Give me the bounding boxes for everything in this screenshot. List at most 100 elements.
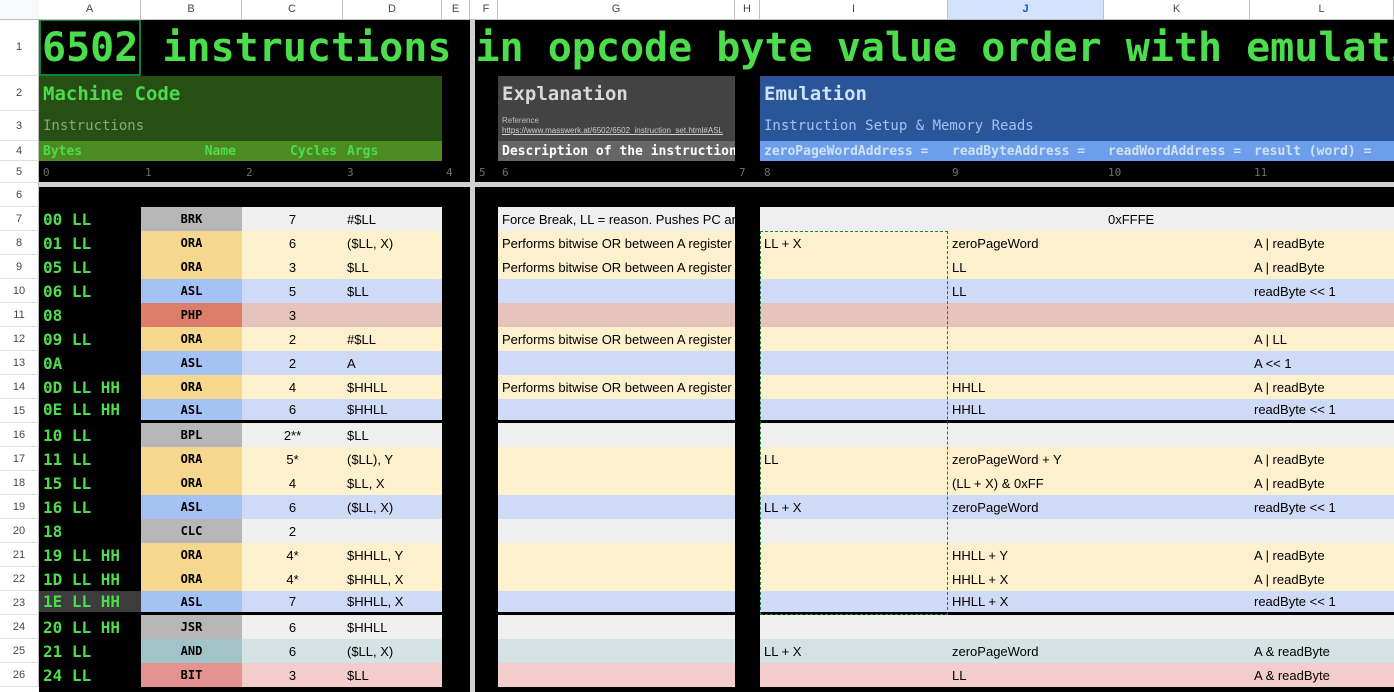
cell-read-byte-address[interactable] xyxy=(948,303,1104,327)
cell-args[interactable]: $HHLL, X xyxy=(343,567,442,591)
cell-read-word-address[interactable] xyxy=(1104,375,1250,399)
cell-read-byte-address[interactable]: zeroPageWord xyxy=(948,231,1104,255)
cell-cycles[interactable]: 7 xyxy=(242,591,343,615)
frozen-column-divider[interactable] xyxy=(470,0,475,692)
cell-cycles[interactable]: 5* xyxy=(242,447,343,471)
cell-description[interactable] xyxy=(498,351,735,375)
cell-read-word-address[interactable] xyxy=(1104,231,1250,255)
column-header-d[interactable]: D xyxy=(343,0,442,19)
cell-zeropage-word-address[interactable] xyxy=(760,663,948,687)
cell-name[interactable]: CLC xyxy=(141,519,242,543)
row-header-18[interactable]: 18 xyxy=(0,471,39,495)
cell-result-word[interactable] xyxy=(1250,519,1394,543)
row-header-12[interactable]: 12 xyxy=(0,327,39,351)
cell-read-byte-address[interactable]: LL xyxy=(948,663,1104,687)
cell-read-byte-address[interactable] xyxy=(948,327,1104,351)
row-header-5[interactable]: 5 xyxy=(0,161,39,183)
cell-bytes[interactable]: 19 LL HH xyxy=(39,543,141,567)
column-header-j[interactable]: J xyxy=(948,0,1104,19)
row-header-2[interactable]: 2 xyxy=(0,76,39,111)
row-header-20[interactable]: 20 xyxy=(0,519,39,543)
cell-description[interactable] xyxy=(498,567,735,591)
column-header-l[interactable]: L xyxy=(1250,0,1394,19)
cell-args[interactable]: $HHLL xyxy=(343,375,442,399)
row-header-1[interactable]: 1 xyxy=(0,19,39,76)
cell-zeropage-word-address[interactable] xyxy=(760,375,948,399)
cell-cycles[interactable]: 4* xyxy=(242,567,343,591)
cell-zeropage-word-address[interactable]: LL + X xyxy=(760,639,948,663)
cell-name[interactable]: ORA xyxy=(141,567,242,591)
cell-cycles[interactable]: 6 xyxy=(242,399,343,423)
cell-read-byte-address[interactable]: zeroPageWord xyxy=(948,639,1104,663)
cell-cycles[interactable]: 6 xyxy=(242,639,343,663)
cell-cycles[interactable]: 4* xyxy=(242,543,343,567)
cell-description[interactable] xyxy=(498,495,735,519)
cell-zeropage-word-address[interactable] xyxy=(760,255,948,279)
cell-description[interactable] xyxy=(498,279,735,303)
cell-description[interactable] xyxy=(498,471,735,495)
cell-bytes[interactable]: 1E LL HH xyxy=(39,591,141,615)
row-header-6[interactable]: 6 xyxy=(0,183,39,207)
cell-args[interactable]: $LL xyxy=(343,279,442,303)
cell-read-byte-address[interactable]: zeroPageWord xyxy=(948,495,1104,519)
cell-zeropage-word-address[interactable] xyxy=(760,327,948,351)
explanation-reference[interactable]: Reference https://www.masswerk.at/6502/65… xyxy=(498,111,735,141)
cell-result-word[interactable]: A | LL xyxy=(1250,327,1394,351)
cell-read-word-address[interactable] xyxy=(1104,399,1250,423)
cell-description[interactable] xyxy=(498,663,735,687)
cell-read-byte-address[interactable] xyxy=(948,615,1104,639)
cell-read-word-address[interactable] xyxy=(1104,447,1250,471)
cell-read-byte-address[interactable]: HHLL xyxy=(948,399,1104,423)
cell-args[interactable]: $LL xyxy=(343,255,442,279)
cell-name[interactable]: ORA xyxy=(141,543,242,567)
row-header-16[interactable]: 16 xyxy=(0,423,39,447)
cell-args[interactable]: $HHLL xyxy=(343,399,442,423)
row-header-9[interactable]: 9 xyxy=(0,255,39,279)
cell-result-word[interactable]: readByte << 1 xyxy=(1250,279,1394,303)
cell-zeropage-word-address[interactable] xyxy=(760,351,948,375)
cell-result-word[interactable] xyxy=(1250,423,1394,447)
cell-args[interactable]: $LL xyxy=(343,663,442,687)
cell-zeropage-word-address[interactable]: LL + X xyxy=(760,495,948,519)
cell-cycles[interactable]: 2** xyxy=(242,423,343,447)
column-header-c[interactable]: C xyxy=(242,0,343,19)
cell-read-word-address[interactable]: 0xFFFE xyxy=(1104,207,1250,231)
cell-bytes[interactable]: 06 LL xyxy=(39,279,141,303)
cell-bytes[interactable]: 11 LL xyxy=(39,447,141,471)
cell-cycles[interactable]: 6 xyxy=(242,495,343,519)
cell-bytes[interactable]: 09 LL xyxy=(39,327,141,351)
cell-cycles[interactable]: 3 xyxy=(242,663,343,687)
cell-read-word-address[interactable] xyxy=(1104,663,1250,687)
cell-name[interactable]: BIT xyxy=(141,663,242,687)
cell-name[interactable]: BPL xyxy=(141,423,242,447)
frozen-row-divider[interactable] xyxy=(0,182,1394,187)
cell-cycles[interactable]: 3 xyxy=(242,255,343,279)
cell-description[interactable] xyxy=(498,543,735,567)
cell-read-word-address[interactable] xyxy=(1104,423,1250,447)
cell-read-word-address[interactable] xyxy=(1104,567,1250,591)
cell-read-byte-address[interactable]: (LL + X) & 0xFF xyxy=(948,471,1104,495)
cell-name[interactable]: ORA xyxy=(141,447,242,471)
cell-read-byte-address[interactable] xyxy=(948,423,1104,447)
cell-description[interactable] xyxy=(498,519,735,543)
cell-result-word[interactable]: A & readByte xyxy=(1250,639,1394,663)
cell-zeropage-word-address[interactable] xyxy=(760,519,948,543)
cell-read-word-address[interactable] xyxy=(1104,279,1250,303)
cell-result-word[interactable]: A | readByte xyxy=(1250,543,1394,567)
cell-name[interactable]: BRK xyxy=(141,207,242,231)
cell-read-word-address[interactable] xyxy=(1104,471,1250,495)
cell-zeropage-word-address[interactable] xyxy=(760,471,948,495)
cell-zeropage-word-address[interactable] xyxy=(760,279,948,303)
cell-name[interactable]: ASL xyxy=(141,279,242,303)
cell-args[interactable] xyxy=(343,519,442,543)
cell-read-byte-address[interactable]: LL xyxy=(948,279,1104,303)
cell-result-word[interactable]: A | readByte xyxy=(1250,255,1394,279)
cell-cycles[interactable]: 2 xyxy=(242,351,343,375)
cell-description[interactable]: Performs bitwise OR between A register a… xyxy=(498,375,735,399)
cell-description[interactable] xyxy=(498,615,735,639)
cell-bytes[interactable]: 08 xyxy=(39,303,141,327)
row-header-15[interactable]: 15 xyxy=(0,399,39,423)
cell-args[interactable]: ($LL, X) xyxy=(343,231,442,255)
cell-name[interactable]: ORA xyxy=(141,375,242,399)
cell-args[interactable]: ($LL), Y xyxy=(343,447,442,471)
